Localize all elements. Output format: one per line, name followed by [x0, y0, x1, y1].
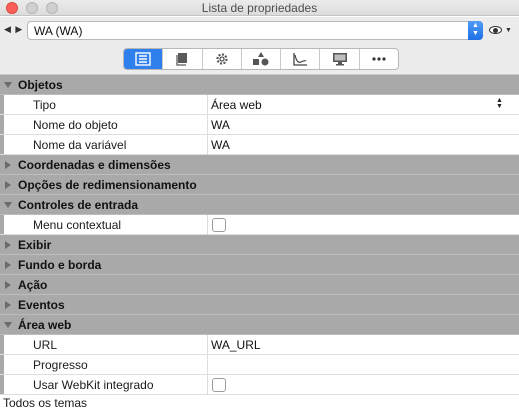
category-label: Ação — [18, 278, 48, 292]
property-row-progresso[interactable]: Progresso — [0, 355, 519, 375]
category-acao[interactable]: Ação — [0, 275, 519, 295]
more-icon — [372, 57, 386, 61]
property-grid: Objetos Tipo Área web ▲ ▼ Nome do objeto … — [0, 75, 519, 395]
category-label: Área web — [18, 318, 72, 332]
theme-segmented-control — [123, 48, 399, 70]
property-name: Progresso — [33, 358, 88, 372]
webkit-checkbox[interactable] — [212, 378, 226, 392]
category-eventos[interactable]: Eventos — [0, 295, 519, 315]
category-label: Controles de entrada — [18, 198, 139, 212]
category-fundo[interactable]: Fundo e borda — [0, 255, 519, 275]
book-icon — [176, 53, 188, 66]
tab-objects[interactable] — [163, 49, 203, 69]
property-name: Nome da variável — [33, 138, 127, 152]
category-coordenadas[interactable]: Coordenadas e dimensões — [0, 155, 519, 175]
category-label: Objetos — [18, 78, 63, 92]
disclosure-collapsed-icon[interactable] — [5, 161, 11, 169]
category-label: Exibir — [18, 238, 52, 252]
property-row-menu-contextual[interactable]: Menu contextual — [0, 215, 519, 235]
list-icon — [135, 52, 151, 66]
title-bar: Lista de propriedades — [0, 0, 519, 16]
shapes-icon — [252, 52, 269, 66]
tab-shapes[interactable] — [242, 49, 282, 69]
property-name: URL — [33, 338, 58, 352]
theme-footer-label: Todos os temas — [3, 396, 88, 410]
disclosure-collapsed-icon[interactable] — [5, 261, 11, 269]
property-row-nome-variavel[interactable]: Nome da variável WA — [0, 135, 519, 155]
monitor-icon — [332, 53, 347, 66]
property-name: Usar WebKit integrado — [33, 378, 154, 392]
disclosure-collapsed-icon[interactable] — [5, 301, 11, 309]
category-label: Coordenadas e dimensões — [18, 158, 171, 172]
nome-objeto-field[interactable]: WA — [211, 118, 230, 132]
disclosure-collapsed-icon[interactable] — [5, 241, 11, 249]
disclosure-collapsed-icon[interactable] — [5, 181, 11, 189]
tab-graph[interactable] — [281, 49, 321, 69]
tipo-popup-value[interactable]: Área web — [211, 98, 262, 112]
object-selector-row: ◀ ▶ WA (WA) ▲ ▼ ▼ — [0, 17, 519, 45]
chevron-updown-icon[interactable]: ▲ ▼ — [496, 97, 503, 110]
property-name: Tipo — [33, 98, 56, 112]
object-select-value: WA (WA) — [34, 24, 83, 38]
disclosure-collapsed-icon[interactable] — [5, 281, 11, 289]
tab-more[interactable] — [360, 49, 398, 69]
category-label: Opções de redimensionamento — [18, 178, 197, 192]
tab-all-properties[interactable] — [124, 49, 164, 69]
property-row-tipo[interactable]: Tipo Área web ▲ ▼ — [0, 95, 519, 115]
category-redimensionamento[interactable]: Opções de redimensionamento — [0, 175, 519, 195]
property-name: Menu contextual — [33, 218, 122, 232]
property-row-nome-objeto[interactable]: Nome do objeto WA — [0, 115, 519, 135]
category-label: Eventos — [18, 298, 65, 312]
disclosure-expanded-icon[interactable] — [4, 82, 12, 88]
disclosure-expanded-icon[interactable] — [4, 202, 12, 208]
url-field[interactable]: WA_URL — [211, 338, 261, 352]
chevron-updown-icon: ▲ ▼ — [468, 21, 483, 40]
graph-icon — [293, 53, 308, 66]
category-exibir[interactable]: Exibir — [0, 235, 519, 255]
eye-icon[interactable] — [489, 26, 502, 34]
category-area-web[interactable]: Área web — [0, 315, 519, 335]
prev-next-object-arrows-icon[interactable]: ◀ ▶ — [4, 24, 23, 35]
property-row-webkit[interactable]: Usar WebKit integrado — [0, 375, 519, 395]
property-name: Nome do objeto — [33, 118, 118, 132]
nome-variavel-field[interactable]: WA — [211, 138, 230, 152]
category-controles[interactable]: Controles de entrada — [0, 195, 519, 215]
tab-settings[interactable] — [203, 49, 242, 69]
chevron-down-icon[interactable]: ▼ — [505, 27, 512, 34]
tab-display[interactable] — [320, 49, 360, 69]
gear-icon — [216, 53, 228, 65]
category-label: Fundo e borda — [18, 258, 102, 272]
theme-toolbar — [0, 45, 519, 75]
menu-contextual-checkbox[interactable] — [212, 218, 226, 232]
window-title: Lista de propriedades — [201, 1, 318, 15]
disclosure-expanded-icon[interactable] — [4, 322, 12, 328]
property-row-url[interactable]: URL WA_URL — [0, 335, 519, 355]
object-select[interactable]: WA (WA) ▲ ▼ — [27, 21, 483, 40]
category-objetos[interactable]: Objetos — [0, 75, 519, 95]
